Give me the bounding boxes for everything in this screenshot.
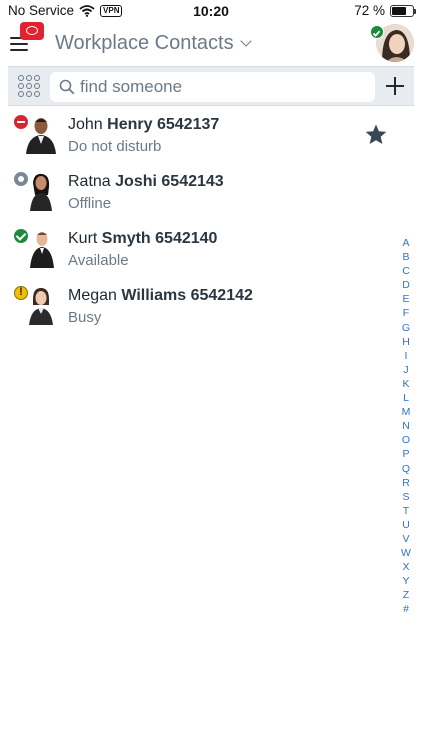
dialpad-dot: [34, 91, 40, 97]
contact-first-name: Megan: [68, 287, 117, 304]
add-contact-button[interactable]: [384, 75, 406, 97]
contact-number: 6542142: [190, 287, 253, 304]
menu-icon-line: [10, 43, 28, 45]
battery-percent: 72 %: [354, 3, 385, 18]
contact-name: John Henry 6542137: [68, 116, 219, 134]
presence-offline-icon: [14, 172, 28, 186]
index-letter[interactable]: W: [401, 546, 411, 560]
index-letter[interactable]: Q: [402, 462, 410, 476]
dialpad-dot: [26, 75, 32, 81]
contact-row-megan-williams[interactable]: Megan Williams 6542142 Busy: [0, 277, 390, 334]
contact-status: Available: [68, 252, 129, 269]
index-letter[interactable]: #: [403, 602, 409, 616]
check-icon: [372, 30, 381, 37]
index-letter[interactable]: U: [402, 518, 410, 532]
contact-name: Ratna Joshi 6542143: [68, 173, 224, 191]
battery-icon: [390, 4, 416, 17]
contact-avatar: [24, 228, 58, 268]
index-letter[interactable]: O: [402, 433, 410, 447]
menu-icon-line: [10, 49, 28, 51]
index-letter[interactable]: E: [402, 292, 409, 306]
contact-row-john-henry[interactable]: John Henry 6542137 Do not disturb: [0, 106, 390, 163]
index-letter[interactable]: T: [403, 504, 409, 518]
contact-avatar: [24, 171, 58, 211]
dialpad-dot: [18, 91, 24, 97]
search-input[interactable]: [80, 75, 365, 99]
contact-row-kurt-smyth[interactable]: Kurt Smyth 6542140 Available: [0, 220, 390, 277]
alphabet-index[interactable]: A B C D E F G H I J K L M N O P Q R S T U V W X Y Z #: [398, 236, 414, 617]
contact-status: Do not disturb: [68, 138, 162, 155]
presence-busy-icon: [14, 286, 28, 300]
contact-last-name: Williams: [121, 287, 187, 304]
index-letter[interactable]: M: [402, 405, 411, 419]
dialpad-dot: [34, 75, 40, 81]
index-letter[interactable]: S: [402, 490, 409, 504]
index-letter[interactable]: L: [403, 391, 409, 405]
status-bar: No Service VPN 10:20 72 %: [0, 0, 422, 22]
index-letter[interactable]: V: [402, 532, 409, 546]
presence-available-icon: [14, 229, 28, 243]
index-letter[interactable]: A: [402, 236, 409, 250]
contact-first-name: Ratna: [68, 173, 111, 190]
contact-last-name: Joshi: [115, 173, 157, 190]
index-letter[interactable]: J: [403, 363, 408, 377]
contact-avatar: [24, 285, 58, 325]
dialpad-icon: [18, 75, 24, 81]
app-header: Workplace Contacts: [0, 22, 422, 66]
contact-status: Offline: [68, 195, 112, 212]
contacts-view-selector[interactable]: Workplace Contacts: [55, 32, 252, 55]
presence-dnd-icon: [14, 115, 28, 129]
contact-last-name: Smyth: [101, 230, 151, 247]
contact-first-name: John: [68, 116, 103, 133]
index-letter[interactable]: G: [402, 321, 410, 335]
search-field[interactable]: [50, 72, 375, 102]
contact-number: 6542143: [161, 173, 224, 190]
contact-number: 6542140: [155, 230, 218, 247]
search-icon: [59, 79, 75, 95]
page-title: Workplace Contacts: [55, 32, 234, 54]
favorite-star-icon[interactable]: [364, 123, 388, 147]
index-letter[interactable]: R: [402, 476, 410, 490]
contact-number: 6542137: [156, 116, 220, 133]
contact-avatar: [24, 114, 58, 154]
chat-notification-icon[interactable]: [20, 22, 44, 40]
contact-name: Megan Williams 6542142: [68, 287, 253, 305]
dialpad-button[interactable]: [18, 75, 40, 97]
contact-last-name: Henry: [107, 116, 153, 133]
dialpad-dot: [18, 83, 24, 89]
chevron-down-icon: [239, 35, 252, 47]
index-letter[interactable]: B: [402, 250, 409, 264]
dialpad-dot: [26, 83, 32, 89]
contacts-list: John Henry 6542137 Do not disturb Ratna …: [0, 106, 390, 334]
battery-fill: [392, 6, 407, 15]
search-bar: [8, 66, 414, 106]
index-letter[interactable]: P: [402, 447, 409, 461]
user-presence-available-icon: [370, 25, 384, 39]
contact-first-name: Kurt: [68, 230, 98, 247]
index-letter[interactable]: C: [402, 264, 410, 278]
index-letter[interactable]: Z: [403, 588, 409, 602]
index-letter[interactable]: K: [402, 377, 409, 391]
dialpad-dot: [26, 91, 32, 97]
index-letter[interactable]: I: [405, 349, 408, 363]
index-letter[interactable]: D: [402, 278, 410, 292]
index-letter[interactable]: F: [403, 306, 409, 320]
index-letter[interactable]: X: [402, 560, 409, 574]
index-letter[interactable]: Y: [402, 574, 409, 588]
contact-name: Kurt Smyth 6542140: [68, 230, 217, 248]
dialpad-dot: [34, 83, 40, 89]
contact-status: Busy: [68, 309, 102, 326]
contact-row-ratna-joshi[interactable]: Ratna Joshi 6542143 Offline: [0, 163, 390, 220]
index-letter[interactable]: N: [402, 419, 410, 433]
index-letter[interactable]: H: [402, 335, 410, 349]
status-bar-right: 72 %: [354, 3, 416, 18]
